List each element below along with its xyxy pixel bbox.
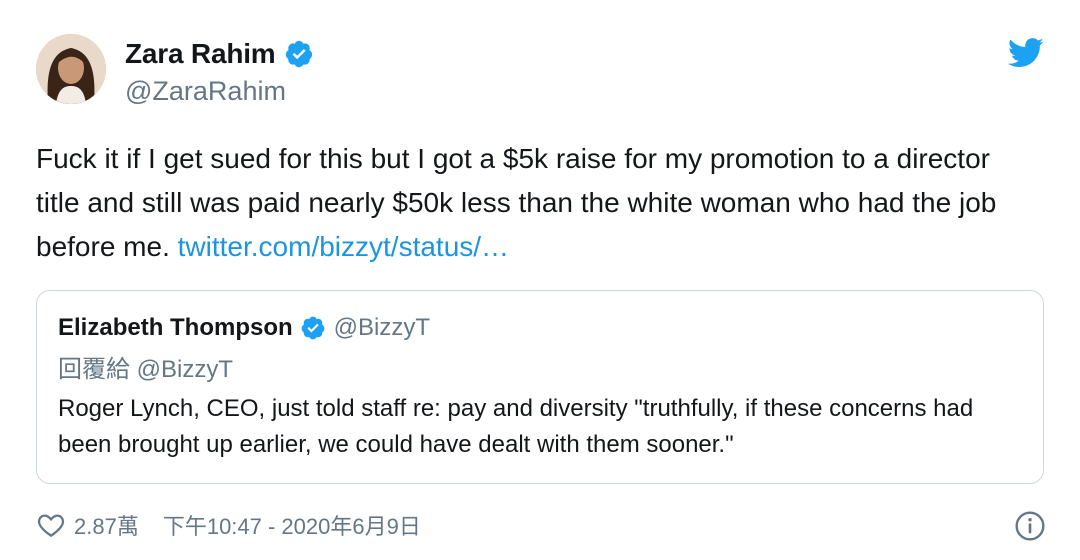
tweet-link[interactable]: twitter.com/bizzyt/status/…: [178, 231, 509, 262]
author-handle[interactable]: @ZaraRahim: [125, 76, 314, 107]
heart-icon[interactable]: [36, 510, 66, 540]
tweet-text: Fuck it if I get sued for this but I got…: [36, 137, 1036, 269]
quoted-author-name: Elizabeth Thompson: [58, 314, 293, 341]
tweet-timestamp[interactable]: 下午10:47 - 2020年6月9日: [163, 509, 421, 541]
author-block: Zara Rahim @ZaraRahim: [125, 34, 314, 107]
tweet-footer: 2.87萬 下午10:47 - 2020年6月9日: [36, 508, 421, 542]
twitter-bird-icon[interactable]: [1008, 38, 1044, 68]
quoted-tweet-card[interactable]: Elizabeth Thompson @BizzyT 回覆給 @BizzyT R…: [36, 290, 1044, 484]
author-name[interactable]: Zara Rahim: [125, 38, 276, 70]
quoted-tweet-text: Roger Lynch, CEO, just told staff re: pa…: [58, 395, 974, 458]
like-count[interactable]: 2.87萬: [74, 509, 139, 541]
info-icon[interactable]: [1014, 510, 1046, 542]
verified-badge-icon: [285, 40, 312, 68]
quoted-author-handle: @BizzyT: [333, 314, 431, 341]
avatar[interactable]: [36, 34, 106, 104]
quoted-reply-context: 回覆給 @BizzyT: [58, 356, 234, 383]
verified-badge-icon: [301, 316, 325, 340]
